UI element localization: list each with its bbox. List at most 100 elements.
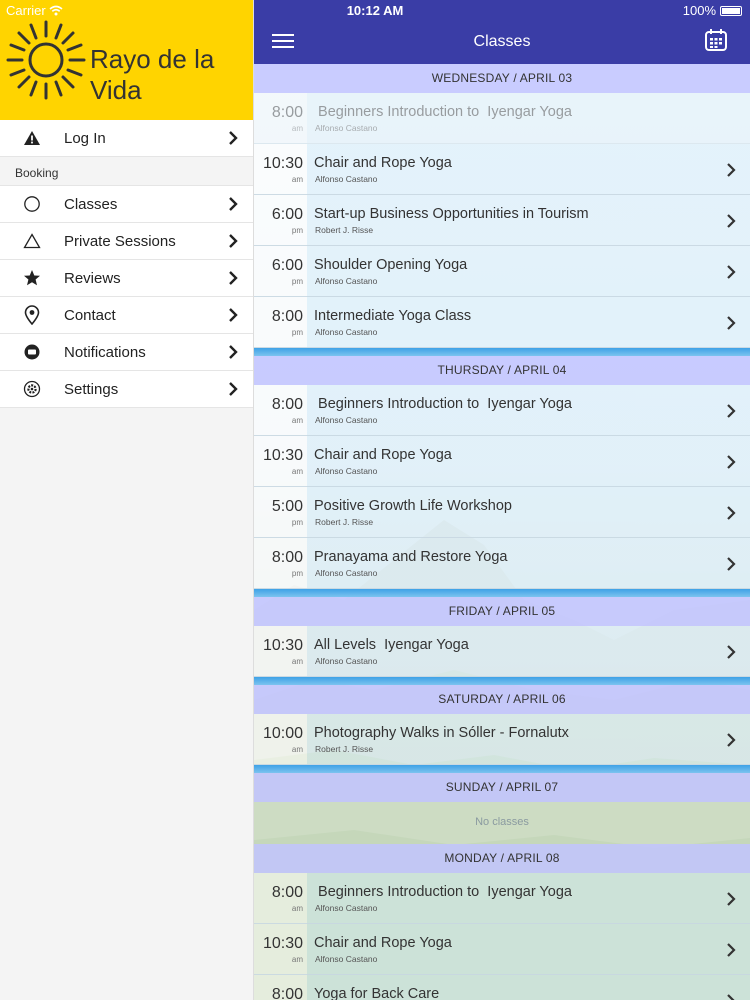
side-menu: Rayo de la Vida Log In Booking Classes P… [0,0,254,1000]
class-row[interactable]: 8:00 Yoga for Back Care [254,975,750,1000]
menu-item-label: Classes [64,195,118,213]
brand-name: Rayo de la Vida [90,44,215,105]
menu-item-label: Reviews [64,269,121,287]
page-title: Classes [473,33,531,50]
menu-item-settings[interactable]: Settings [0,371,253,408]
menu-item-label: Settings [64,380,119,398]
day-separator [254,677,750,685]
class-title: Chair and Rope Yoga [314,935,452,951]
class-title: Beginners Introduction to Iyengar Yoga [314,396,572,412]
class-teacher: Alfonso Castano [315,123,378,133]
class-row[interactable]: 6:00 pm Shoulder Opening Yoga Alfonso Ca… [254,246,750,297]
day-header: SUNDAY / APRIL 07 [254,773,750,802]
day-header: MONDAY / APRIL 08 [254,844,750,873]
day-separator [254,765,750,773]
no-classes-message: No classes [254,802,750,844]
class-row[interactable]: 6:00 pm Start-up Business Opportunities … [254,195,750,246]
class-row[interactable]: 10:30 am Chair and Rope Yoga Alfonso Cas… [254,144,750,195]
class-time: 6:00 [271,206,303,223]
class-title: Shoulder Opening Yoga [314,257,468,273]
chevron-right-icon [727,994,735,1000]
class-ampm: am [291,745,303,754]
star-icon [24,270,40,286]
menu-item-private-sessions[interactable]: Private Sessions [0,223,253,260]
menu-item-classes[interactable]: Classes [0,186,253,223]
chevron-right-icon [727,163,736,177]
class-teacher: Alfonso Castano [315,903,378,913]
class-teacher: Alfonso Castano [315,415,378,425]
menu-item-reviews[interactable]: Reviews [0,260,253,297]
class-ampm: am [291,124,303,133]
class-row[interactable]: 8:00 pm Intermediate Yoga Class Alfonso … [254,297,750,348]
chevron-right-icon [727,892,736,906]
class-row[interactable]: 8:00 am Beginners Introduction to Iyenga… [254,385,750,436]
calendar-icon[interactable] [704,28,728,52]
triangle-icon [23,233,41,249]
class-row[interactable]: 10:30 am Chair and Rope Yoga Alfonso Cas… [254,924,750,975]
class-time: 8:00 [271,549,303,566]
chevron-right-icon [727,557,736,571]
menu-item-contact[interactable]: Contact [0,297,253,334]
class-title: Beginners Introduction to Iyengar Yoga [314,884,572,900]
class-teacher: Robert J. Risse [315,744,374,754]
chevron-right-icon [229,308,238,322]
class-teacher: Alfonso Castano [315,327,378,337]
chevron-right-icon [727,733,736,747]
battery-status: 100% [683,3,742,18]
class-ampm: pm [291,518,303,527]
class-row[interactable]: 8:00 am Beginners Introduction to Iyenga… [254,93,750,144]
class-row[interactable]: 10:00 am Photography Walks in Sóller - F… [254,714,750,765]
chevron-right-icon [727,214,736,228]
class-time: 6:00 [271,257,303,274]
class-title: Positive Growth Life Workshop [314,498,512,514]
chevron-right-icon [727,455,736,469]
location-pin-icon [24,305,40,325]
class-time: 10:30 [262,155,303,172]
class-ampm: am [291,416,303,425]
menu-item-label: Log In [64,129,106,147]
day-separator [254,589,750,597]
class-time: 10:30 [262,637,303,654]
class-time: 8:00 [271,884,303,901]
class-row[interactable]: 8:00 pm Pranayama and Restore Yoga Alfon… [254,538,750,589]
menu-item-label: Private Sessions [64,232,176,250]
class-ampm: pm [291,277,303,286]
sun-logo-icon [6,20,86,100]
class-ampm: pm [291,569,303,578]
day-header: WEDNESDAY / APRIL 03 [254,64,750,93]
class-row[interactable]: 10:30 am Chair and Rope Yoga Alfonso Cas… [254,436,750,487]
battery-icon [720,5,742,16]
section-header-booking: Booking [0,157,253,186]
chevron-right-icon [727,506,736,520]
class-time: 10:30 [262,935,303,952]
class-ampm: am [291,955,303,964]
class-teacher: Alfonso Castano [315,174,378,184]
chevron-right-icon [229,382,238,396]
class-row[interactable]: 5:00 pm Positive Growth Life Workshop Ro… [254,487,750,538]
class-teacher: Robert J. Risse [315,517,374,527]
gear-icon [23,380,41,398]
class-teacher: Alfonso Castano [315,656,378,666]
class-row[interactable]: 10:30 am All Levels Iyengar Yoga Alfonso… [254,626,750,677]
chevron-right-icon [229,345,238,359]
menu-item-notifications[interactable]: Notifications [0,334,253,371]
class-ampm: am [291,467,303,476]
class-ampm: am [291,175,303,184]
class-time: 8:00 [271,104,303,121]
class-time: 8:00 [271,396,303,413]
chevron-right-icon [229,131,238,145]
class-title: All Levels Iyengar Yoga [314,637,469,653]
class-teacher: Alfonso Castano [315,276,378,286]
chevron-right-icon [229,271,238,285]
class-title: Intermediate Yoga Class [314,308,472,324]
day-header: THURSDAY / APRIL 04 [254,356,750,385]
class-title: Photography Walks in Sóller - Fornalutx [314,725,569,741]
class-teacher: Alfonso Castano [315,568,378,578]
class-ampm: am [291,904,303,913]
day-header: FRIDAY / APRIL 05 [254,597,750,626]
class-time: 8:00 [271,986,303,1000]
class-row[interactable]: 8:00 am Beginners Introduction to Iyenga… [254,873,750,924]
menu-item-label: Contact [64,306,116,324]
menu-item-log-in[interactable]: Log In [0,120,253,157]
chevron-right-icon [727,645,736,659]
